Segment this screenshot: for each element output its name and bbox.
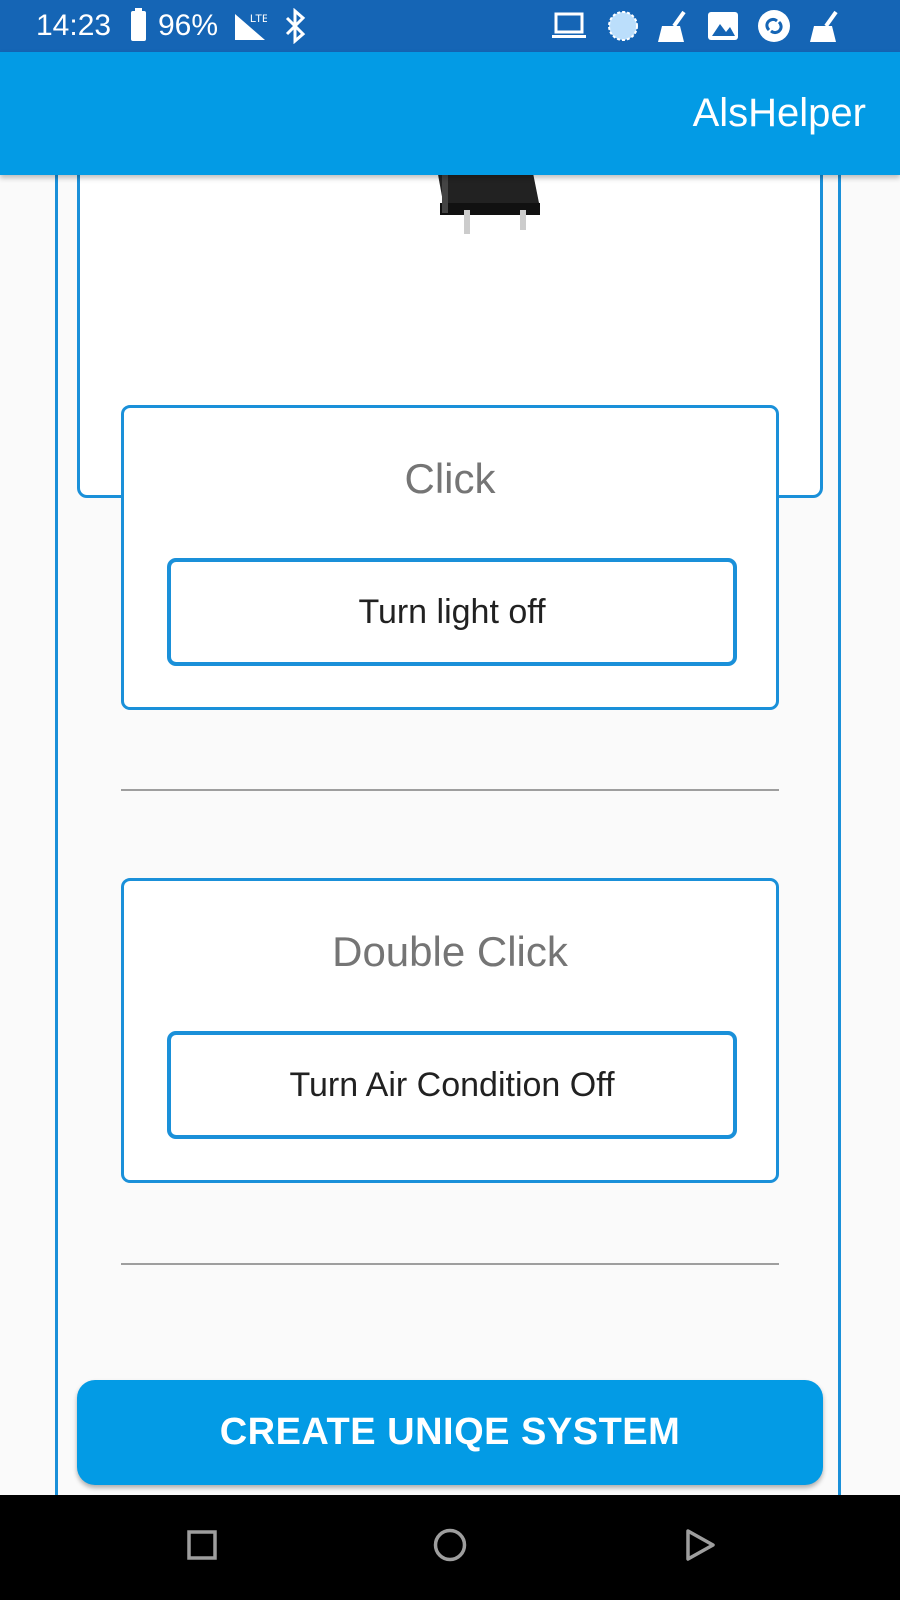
battery-percent: 96% bbox=[158, 9, 219, 42]
bluetooth-icon bbox=[285, 8, 306, 44]
image-icon bbox=[708, 12, 738, 40]
divider bbox=[121, 1263, 779, 1265]
laptop-icon bbox=[552, 12, 586, 38]
navigation-bar bbox=[0, 1495, 900, 1600]
app-bar: AlsHelper bbox=[0, 52, 900, 175]
status-time: 14:23 bbox=[36, 9, 112, 42]
recents-square-icon[interactable] bbox=[182, 1525, 222, 1565]
click-action-select[interactable]: Turn light off bbox=[167, 558, 737, 666]
click-action-card: Click Turn light off bbox=[121, 405, 779, 710]
scroll-content[interactable]: Click Turn light off Double Click Turn A… bbox=[0, 175, 900, 1495]
network-type-label: LTE bbox=[250, 13, 267, 25]
double-click-action-card: Double Click Turn Air Condition Off bbox=[121, 878, 779, 1183]
broom-icon bbox=[658, 10, 686, 42]
home-circle-icon[interactable] bbox=[430, 1525, 470, 1565]
create-system-button[interactable]: CREATE UNIQE SYSTEM bbox=[77, 1380, 823, 1485]
app-title: AlsHelper bbox=[692, 91, 866, 135]
click-action-title: Click bbox=[404, 455, 496, 502]
shazam-icon bbox=[758, 10, 790, 42]
double-click-action-select[interactable]: Turn Air Condition Off bbox=[167, 1031, 737, 1139]
double-click-action-title: Double Click bbox=[332, 928, 568, 975]
divider bbox=[121, 789, 779, 791]
push-button-image bbox=[438, 175, 540, 234]
broom-icon bbox=[810, 10, 838, 42]
signal-icon: LTE bbox=[235, 13, 267, 40]
loading-icon bbox=[608, 11, 638, 41]
back-triangle-icon[interactable] bbox=[680, 1525, 720, 1565]
status-bar: 14:23 96% LTE bbox=[0, 0, 900, 52]
battery-icon bbox=[131, 8, 146, 41]
